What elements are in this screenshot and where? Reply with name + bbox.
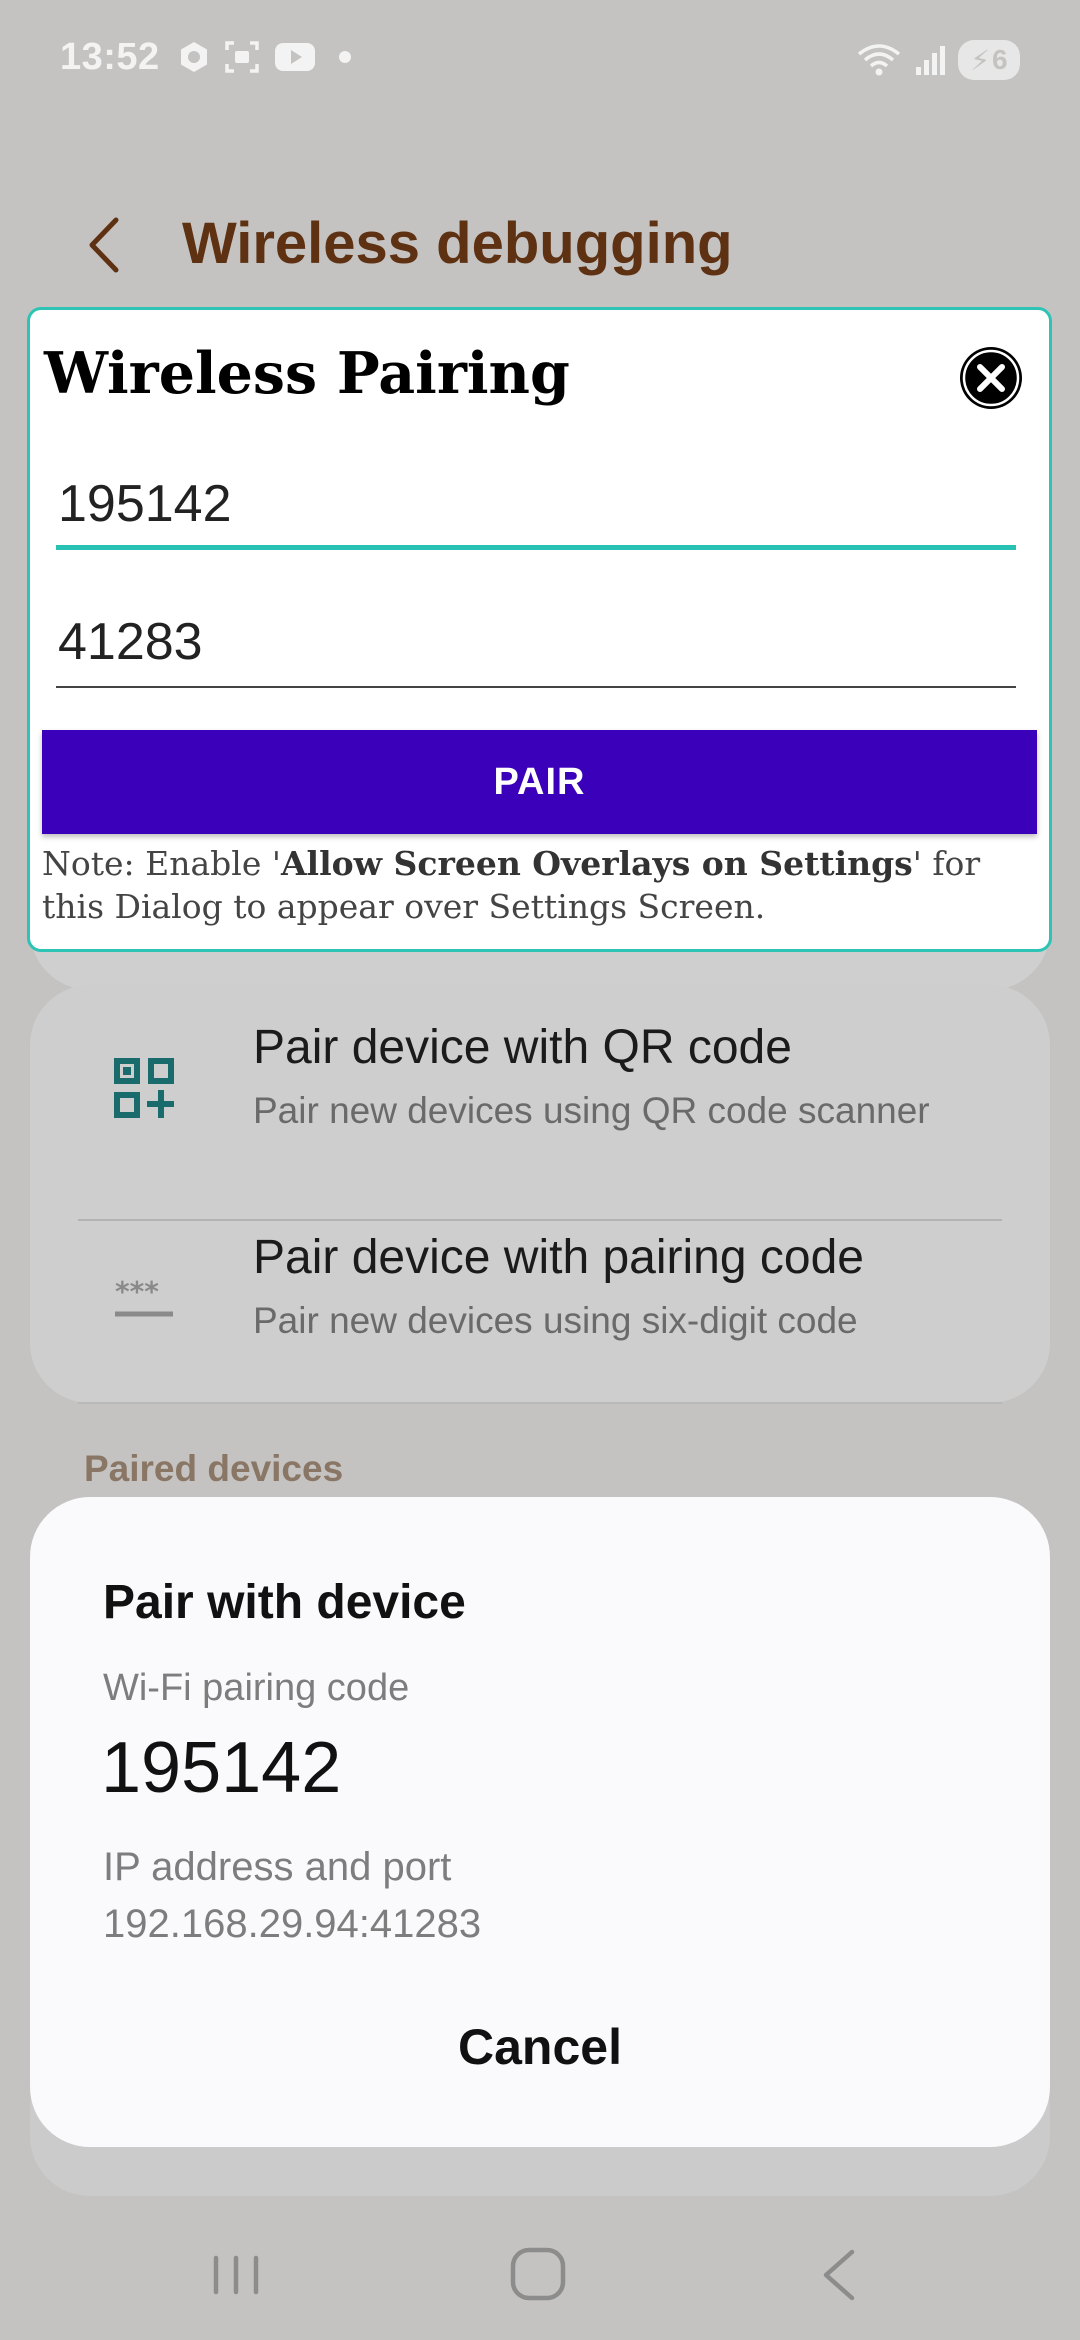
youtube-icon xyxy=(275,43,315,71)
field-underline xyxy=(56,686,1016,688)
overlay-note: Note: Enable 'Allow Screen Overlays on S… xyxy=(42,842,1042,928)
signal-icon xyxy=(916,46,945,75)
note-prefix: Note: Enable ' xyxy=(42,844,281,883)
status-bar: 13:52 ⚡ 6 xyxy=(0,0,1080,125)
dialog-title: Wireless Pairing xyxy=(44,340,570,407)
close-icon[interactable] xyxy=(959,346,1023,410)
dot-icon xyxy=(339,51,351,63)
pair-button[interactable]: PAIR xyxy=(42,730,1037,834)
ip-address-value: 192.168.29.94:41283 xyxy=(103,1902,482,1946)
option-subtitle: Pair new devices using QR code scanner xyxy=(253,1090,930,1131)
port-value: 41283 xyxy=(58,613,203,671)
paired-devices-label: Paired devices xyxy=(84,1448,344,1489)
section-divider xyxy=(78,1402,1002,1404)
chevron-left-icon[interactable] xyxy=(80,210,130,280)
battery-level: 6 xyxy=(992,44,1008,75)
pair-code-option[interactable]: *** Pair device with pairing code Pair n… xyxy=(30,1220,1050,1420)
password-icon: *** xyxy=(115,1275,173,1317)
pair-with-device-dialog: Pair with device Wi-Fi pairing code 1951… xyxy=(30,1497,1050,2147)
note-bold: Allow Screen Overlays on Settings xyxy=(280,844,913,883)
ip-address-label: IP address and port xyxy=(103,1845,452,1889)
notification-icons xyxy=(178,40,360,74)
pair-qr-option[interactable]: Pair device with QR code Pair new device… xyxy=(30,1010,1050,1221)
svg-text:***: *** xyxy=(115,1275,159,1308)
dialog-title: Pair with device xyxy=(103,1576,466,1629)
pairing-code-label: Wi-Fi pairing code xyxy=(103,1667,410,1709)
wifi-icon xyxy=(857,44,901,76)
cancel-button[interactable]: Cancel xyxy=(30,1997,1050,2097)
home-icon[interactable] xyxy=(498,2240,578,2310)
recents-icon[interactable] xyxy=(196,2240,276,2310)
port-field[interactable]: 41283 xyxy=(56,598,1016,688)
qr-code-icon xyxy=(114,1058,174,1118)
option-title: Pair device with QR code xyxy=(253,1021,792,1074)
pairing-code-value: 195142 xyxy=(58,475,232,533)
status-time: 13:52 xyxy=(60,36,160,78)
app-hexagon-icon xyxy=(181,42,207,72)
pairing-options-card: Pair device with QR code Pair new device… xyxy=(30,985,1050,1403)
wireless-pairing-dialog: Wireless Pairing 195142 41283 PAIR Note:… xyxy=(27,307,1052,952)
screen-capture-icon xyxy=(225,41,259,73)
bolt-glyph: ⚡ xyxy=(970,44,991,76)
back-icon[interactable] xyxy=(800,2240,880,2310)
battery-charging-icon: ⚡ 6 xyxy=(958,40,1020,80)
option-title: Pair device with pairing code xyxy=(253,1231,864,1284)
pairing-code: 195142 xyxy=(101,1728,342,1808)
page-title: Wireless debugging xyxy=(182,211,733,276)
navigation-bar xyxy=(0,2200,1080,2340)
pairing-code-field[interactable]: 195142 xyxy=(56,460,1016,550)
field-underline-active xyxy=(56,545,1016,550)
option-subtitle: Pair new devices using six-digit code xyxy=(253,1300,858,1341)
system-status-icons: ⚡ 6 xyxy=(856,40,1020,80)
